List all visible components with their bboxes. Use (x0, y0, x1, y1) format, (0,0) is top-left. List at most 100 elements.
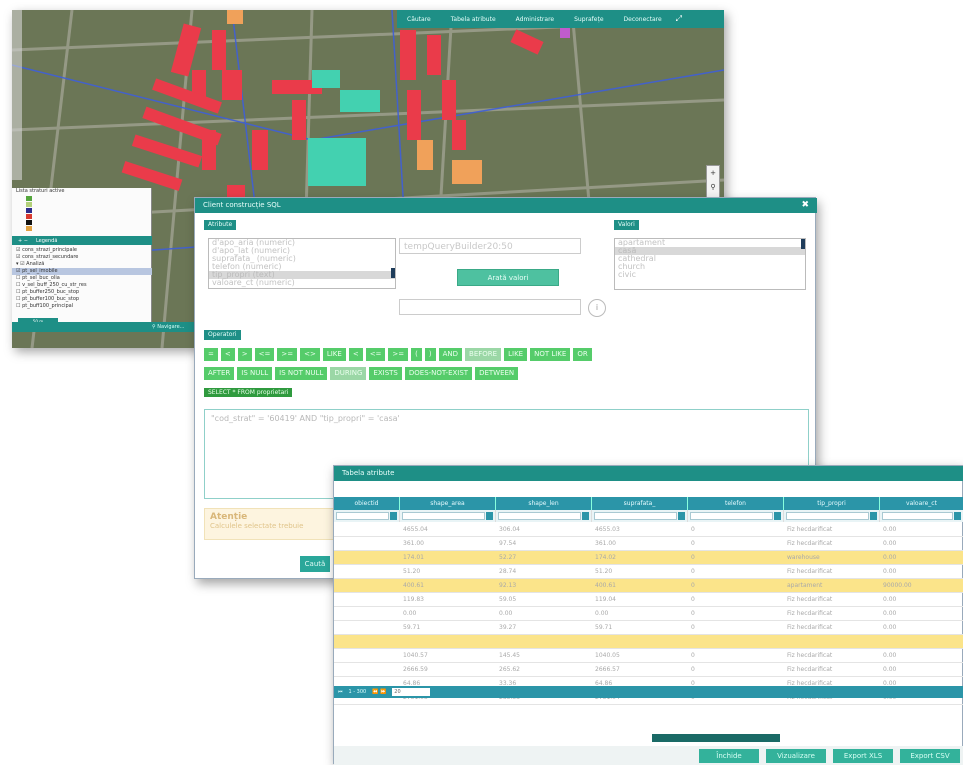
filter-menu-icon[interactable] (486, 512, 493, 520)
column-header[interactable]: telefon (688, 497, 784, 510)
operator-button[interactable]: DETWEEN (475, 367, 519, 380)
operator-button[interactable]: < (220, 348, 235, 361)
layer-item[interactable]: ☑ cons_strazi_secundare (12, 254, 152, 261)
column-header[interactable]: tip_propri (784, 497, 880, 510)
table-row[interactable]: 174.01 52.27 174.02 0 warehouse 0.00 (334, 551, 963, 565)
operator-button[interactable]: ( (411, 348, 422, 361)
operator-button[interactable]: OR (573, 348, 592, 361)
operator-button[interactable]: DOES-NOT-EXIST (404, 367, 473, 380)
column-header[interactable]: shape_area (400, 497, 496, 510)
temp-name-field[interactable]: tempQueryBuilder20:50 (399, 238, 581, 254)
legend-label[interactable]: Legendă (36, 238, 57, 244)
operator-button[interactable]: ) (424, 348, 436, 361)
value-input[interactable] (399, 299, 581, 315)
table-row[interactable]: 119.83 59.05 119.04 0 Fiz hecdarificat 0.00 (334, 593, 963, 607)
table-row[interactable]: 1040.57 145.45 1040.05 0 Fiz hecdarificat 0.0… (334, 649, 963, 663)
fullscreen-icon[interactable]: ⤢ (676, 14, 682, 24)
horizontal-scrollbar[interactable] (652, 734, 780, 742)
close-button[interactable]: Închide (699, 748, 759, 763)
column-header[interactable]: shape_len (496, 497, 592, 510)
close-icon[interactable]: ✖ (801, 200, 809, 210)
filter-input[interactable] (336, 512, 389, 520)
operator-button[interactable]: >= (388, 348, 409, 361)
layer-item[interactable]: ☐ pt_sel_buc_olia (12, 275, 152, 282)
attribute-item[interactable]: valoare_ct (numeric) (209, 279, 395, 287)
menu-surfaces[interactable]: Suprafețe (564, 16, 613, 23)
menu-search[interactable]: Căutare (397, 16, 441, 23)
operator-button[interactable]: EXISTS (369, 367, 402, 380)
search-icon[interactable]: ⚲ (710, 183, 715, 191)
layer-item[interactable]: ☐ pt_buff100_principal (12, 303, 152, 310)
table-row[interactable]: 400.61 92.13 400.61 0 apartament 90000.00 (334, 579, 963, 593)
column-header[interactable]: obiectid (334, 497, 400, 510)
table-title: Tabela atribute (334, 466, 963, 481)
filter-menu-icon[interactable] (678, 512, 685, 520)
operator-button[interactable]: AFTER (204, 367, 235, 380)
show-values-button[interactable]: Arată valori (457, 269, 559, 286)
operator-button[interactable]: <= (365, 348, 386, 361)
analysis-group[interactable]: ▾ ☑ Analiză (12, 261, 152, 268)
filter-menu-icon[interactable] (870, 512, 877, 520)
column-header[interactable]: valoare_ct (880, 497, 963, 510)
operator-button[interactable]: DURING (330, 367, 367, 380)
page-size-select[interactable]: 20 (392, 688, 431, 696)
menu-attribute-table[interactable]: Tabela atribute (441, 16, 506, 23)
operator-button[interactable]: LIKE (322, 348, 346, 361)
filter-input[interactable] (402, 512, 485, 520)
filter-menu-icon[interactable] (390, 512, 397, 520)
operator-button[interactable]: LIKE (504, 348, 528, 361)
menu-logout[interactable]: Deconectare (614, 16, 672, 23)
page-first-icon[interactable]: ⏮ (338, 689, 343, 695)
operator-button[interactable]: NOT LIKE (530, 348, 571, 361)
page-nav-icon[interactable]: ⏪ ⏩ (372, 689, 386, 695)
column-header[interactable]: suprafata_ (592, 497, 688, 510)
search-button[interactable]: Caută (300, 556, 330, 572)
operator-button[interactable]: > (237, 348, 252, 361)
values-list[interactable]: apartament casă cathedral church civic (614, 238, 806, 290)
operator-button[interactable]: >= (277, 348, 298, 361)
value-item[interactable]: church (615, 263, 805, 271)
menu-administration[interactable]: Administrare (506, 16, 564, 23)
layer-item[interactable]: ☐ v_sel_buff_250_cu_str_res (12, 282, 152, 289)
value-item[interactable]: apartament (615, 239, 805, 247)
filter-menu-icon[interactable] (954, 512, 961, 520)
scrollbar[interactable] (391, 268, 395, 278)
operator-button[interactable]: AND (438, 348, 463, 361)
table-row[interactable]: 51.20 28.74 51.20 0 Fiz hecdarificat 0.00 (334, 565, 963, 579)
operator-button[interactable]: IS NOT NULL (275, 367, 328, 380)
export-csv-button[interactable]: Export CSV (900, 748, 960, 763)
zoom-in-icon[interactable]: + (710, 169, 716, 177)
filter-input[interactable] (786, 512, 869, 520)
layer-item-selected[interactable]: ☑ pt_sel_imobile (12, 268, 152, 275)
filter-menu-icon[interactable] (774, 512, 781, 520)
layer-item[interactable]: ☑ cons_strazi_principale (12, 247, 152, 254)
layer-item[interactable]: ☐ pt_buffer250_buc_stop (12, 289, 152, 296)
table-row[interactable] (334, 635, 963, 649)
operator-button[interactable]: <> (300, 348, 320, 361)
table-row[interactable]: 4655.04 306.04 4655.03 0 Fiz hecdarificat 0.0… (334, 523, 963, 537)
filter-input[interactable] (498, 512, 581, 520)
filter-input[interactable] (690, 512, 773, 520)
value-item[interactable]: civic (615, 271, 805, 279)
operator-button[interactable]: <= (254, 348, 275, 361)
scrollbar[interactable] (801, 239, 805, 249)
table-cell: 0.00 (499, 610, 513, 617)
table-row[interactable]: 0.00 0.00 0.00 0 Fiz hecdarificat 0.00 (334, 607, 963, 621)
table-row[interactable]: 59.71 39.27 59.71 0 Fiz hecdarificat 0.00 (334, 621, 963, 635)
table-row[interactable]: 2666.59 265.62 2666.57 0 Fiz hecdarificat 0.0… (334, 663, 963, 677)
operator-button[interactable]: < (348, 348, 363, 361)
operator-button[interactable]: IS NULL (237, 367, 273, 380)
layer-item[interactable]: ☐ pt_buffer100_buc_stop (12, 296, 152, 303)
filter-menu-icon[interactable] (582, 512, 589, 520)
operator-button[interactable]: = (204, 348, 218, 361)
table-cell: Fiz hecdarificat (787, 540, 833, 547)
filter-input[interactable] (594, 512, 677, 520)
filter-input[interactable] (882, 512, 953, 520)
attributes-list[interactable]: d'apo_aria (numeric) d'apo_lat (numeric)… (208, 238, 396, 289)
info-button[interactable]: i (588, 299, 606, 317)
operator-button[interactable]: BEFORE (465, 348, 502, 361)
view-button[interactable]: Vizualizare (766, 748, 826, 763)
table-row[interactable]: 361.00 97.54 361.00 0 Fiz hecdarificat 0.00 (334, 537, 963, 551)
export-xls-button[interactable]: Export XLS (833, 748, 893, 763)
add-layer-icon[interactable]: + − (18, 238, 28, 244)
